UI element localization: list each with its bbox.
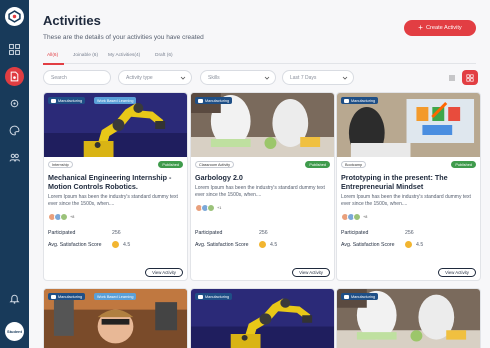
activity-card[interactable]: Manufacturing Classroom Activity Publish… bbox=[190, 92, 335, 281]
category-chip: Manufacturing bbox=[48, 293, 86, 300]
category-chip: Manufacturing bbox=[341, 293, 379, 300]
date-range-select[interactable]: Last 7 Days bbox=[282, 70, 354, 85]
create-activity-button[interactable]: + Create Activity bbox=[404, 20, 476, 36]
plus-icon: + bbox=[418, 23, 423, 32]
smiley-icon bbox=[405, 241, 412, 248]
activity-title[interactable]: Prototyping in the present: The Entrepre… bbox=[341, 173, 477, 191]
category-label: Manufacturing bbox=[205, 98, 230, 103]
satisfaction-score: 4.5 bbox=[123, 242, 131, 248]
activity-type-label: Activity type bbox=[126, 74, 153, 81]
participated-label: Participated bbox=[195, 230, 223, 236]
participated-count: 256 bbox=[405, 230, 414, 236]
factory-icon bbox=[51, 98, 56, 103]
date-range-label: Last 7 Days bbox=[290, 74, 317, 81]
grid-view-button[interactable] bbox=[462, 70, 478, 85]
activity-type-select[interactable]: Activity type bbox=[118, 70, 192, 85]
create-activity-label: Create Activity bbox=[425, 25, 462, 31]
activity-card[interactable]: Manufacturing Work Based Learning bbox=[43, 288, 188, 348]
factory-icon bbox=[51, 294, 56, 299]
page-subtitle: These are the details of your activities… bbox=[43, 34, 204, 41]
category-label: Manufacturing bbox=[58, 98, 83, 103]
view-activity-button[interactable]: View Activity bbox=[145, 268, 183, 277]
category-label: Manufacturing bbox=[58, 294, 83, 299]
activity-card[interactable]: Manufacturing Work Based Learning Intern… bbox=[43, 92, 188, 281]
activity-description: Lorem Ipsum has been the industry's stan… bbox=[48, 194, 178, 207]
category-label: Manufacturing bbox=[351, 294, 376, 299]
factory-icon bbox=[198, 98, 203, 103]
avatar bbox=[60, 213, 68, 221]
users-icon[interactable] bbox=[5, 148, 24, 167]
view-activity-button[interactable]: View Activity bbox=[438, 268, 476, 277]
status-badge: Published bbox=[305, 161, 330, 168]
activity-description: Lorem Ipsum has been the industry's stan… bbox=[195, 185, 325, 198]
smiley-icon bbox=[259, 241, 266, 248]
activities-icon[interactable] bbox=[5, 67, 24, 86]
category-chip: Manufacturing bbox=[195, 293, 233, 300]
participated-count: 256 bbox=[112, 230, 121, 236]
settings-icon[interactable] bbox=[5, 94, 24, 113]
status-badge: Published bbox=[451, 161, 476, 168]
activity-title[interactable]: Mechanical Engineering Internship - Moti… bbox=[48, 173, 184, 191]
category-chip: Manufacturing bbox=[195, 97, 233, 104]
app-logo-icon[interactable] bbox=[5, 7, 24, 26]
activity-type-tag: Classroom Activity bbox=[195, 161, 235, 168]
list-view-button[interactable] bbox=[444, 70, 460, 85]
participated-label: Participated bbox=[48, 230, 76, 236]
activity-title[interactable]: Garbology 2.0 bbox=[195, 173, 331, 182]
bell-icon[interactable] bbox=[5, 289, 24, 308]
satisfaction-label: Avg. Satisfaction Score bbox=[341, 242, 395, 248]
activity-type-tag: Bootcamp bbox=[341, 161, 367, 168]
palette-icon[interactable] bbox=[5, 121, 24, 140]
factory-icon bbox=[198, 294, 203, 299]
chevron-down-icon bbox=[342, 76, 348, 80]
work-based-learning-chip: Work Based Learning bbox=[94, 97, 137, 104]
chevron-down-icon bbox=[180, 76, 186, 80]
activity-card[interactable]: Manufacturing Bootcamp Published Prototy… bbox=[336, 92, 481, 281]
activity-card[interactable]: Manufacturing bbox=[336, 288, 481, 348]
chevron-down-icon bbox=[264, 76, 270, 80]
tab-my-activities[interactable]: My Activities(4) bbox=[108, 53, 140, 58]
category-chip: Manufacturing bbox=[341, 97, 379, 104]
satisfaction-label: Avg. Satisfaction Score bbox=[195, 242, 249, 248]
tab-joinable[interactable]: Joinable (6) bbox=[73, 53, 98, 58]
satisfaction-score: 4.5 bbox=[416, 242, 424, 248]
sidebar: Student bbox=[0, 0, 29, 348]
participant-avatars: +8 bbox=[48, 213, 74, 221]
avatar bbox=[353, 213, 361, 221]
satisfaction-score: 4.5 bbox=[270, 242, 278, 248]
activity-card[interactable]: Manufacturing bbox=[190, 288, 335, 348]
active-tab-indicator bbox=[43, 63, 64, 65]
tab-draft[interactable]: Draft (6) bbox=[155, 53, 173, 58]
skills-label: Skills bbox=[208, 74, 220, 81]
more-participants-count: +8 bbox=[363, 215, 368, 219]
factory-icon bbox=[344, 98, 349, 103]
activity-type-tag: Internship bbox=[48, 161, 73, 168]
category-label: Manufacturing bbox=[351, 98, 376, 103]
category-label: Manufacturing bbox=[205, 294, 230, 299]
work-based-learning-chip: Work Based Learning bbox=[94, 293, 137, 300]
tab-all[interactable]: All(6) bbox=[47, 53, 58, 58]
participated-count: 256 bbox=[259, 230, 268, 236]
category-chip: Manufacturing bbox=[48, 97, 86, 104]
page-title: Activities bbox=[43, 13, 101, 28]
view-activity-button[interactable]: View Activity bbox=[292, 268, 330, 277]
participant-avatars: +8 bbox=[341, 213, 367, 221]
smiley-icon bbox=[112, 241, 119, 248]
avatar bbox=[207, 204, 215, 212]
status-badge: Published bbox=[158, 161, 183, 168]
more-participants-count: +8 bbox=[70, 215, 75, 219]
skills-select[interactable]: Skills bbox=[200, 70, 276, 85]
search-input[interactable]: Search bbox=[43, 70, 111, 85]
satisfaction-label: Avg. Satisfaction Score bbox=[48, 242, 102, 248]
user-avatar[interactable]: Student bbox=[5, 322, 24, 341]
more-participants-count: +1 bbox=[217, 206, 222, 210]
participant-avatars: +1 bbox=[195, 204, 221, 212]
dashboard-icon[interactable] bbox=[5, 40, 24, 59]
activity-description: Lorem Ipsum has been the industry's stan… bbox=[341, 194, 471, 207]
list-icon bbox=[449, 75, 455, 80]
grid-icon bbox=[466, 73, 474, 82]
factory-icon bbox=[344, 294, 349, 299]
tab-bar: All(6) Joinable (6) My Activities(4) Dra… bbox=[43, 51, 476, 64]
participated-label: Participated bbox=[341, 230, 369, 236]
